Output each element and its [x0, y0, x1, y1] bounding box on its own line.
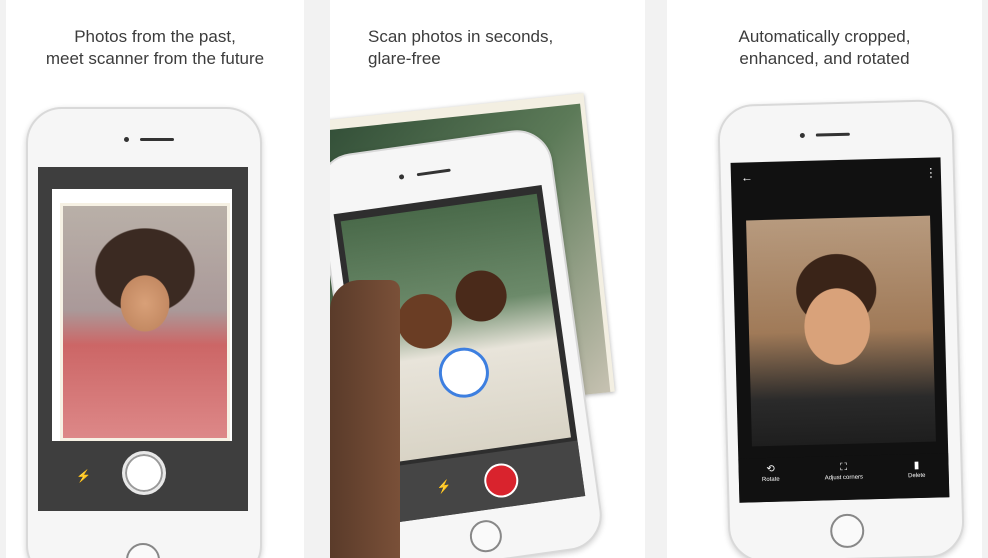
front-camera	[398, 174, 405, 180]
panel-caption: Photos from the past, meet scanner from …	[6, 26, 304, 70]
hand	[330, 280, 400, 558]
enhanced-photo-boy	[746, 215, 936, 447]
caption-line-1: Automatically cropped,	[738, 27, 911, 46]
phone-mockup: ← ⋮ ⟲ Rotate ⛶ Adjust corners ▮ Delete	[717, 98, 965, 558]
caption-line-2: glare-free	[368, 49, 441, 68]
crop-corners-icon: ⛶	[839, 461, 848, 474]
panel-auto-cropped: Automatically cropped, enhanced, and rot…	[667, 0, 982, 558]
panel-photos-from-past: Photos from the past, meet scanner from …	[6, 0, 304, 558]
front-camera	[799, 132, 805, 139]
home-button	[829, 513, 865, 549]
old-photo-girl	[60, 203, 230, 441]
back-arrow-icon[interactable]: ←	[741, 170, 753, 184]
delete-label: Delete	[908, 472, 926, 480]
home-button	[126, 543, 160, 558]
caption-line-2: enhanced, and rotated	[739, 49, 910, 68]
camera-toolbar: ⚡	[38, 441, 248, 511]
adjust-corners-button[interactable]: ⛶ Adjust corners	[813, 461, 873, 482]
more-vert-icon[interactable]: ⋮	[925, 165, 937, 179]
panel-caption: Scan photos in seconds, glare-free	[368, 26, 608, 70]
caption-line-1: Scan photos in seconds,	[368, 27, 554, 46]
adjust-corners-label: Adjust corners	[824, 474, 864, 482]
panel-scan-glare-free: Scan photos in seconds, glare-free ⚡	[330, 0, 645, 558]
rotate-icon: ⟲	[766, 463, 775, 475]
front-camera	[124, 137, 129, 142]
speaker-grille	[815, 132, 850, 137]
phone-mockup: ⚡	[26, 107, 262, 558]
shutter-button[interactable]	[122, 451, 166, 495]
rotate-label: Rotate	[761, 476, 780, 484]
rotate-button[interactable]: ⟲ Rotate	[740, 463, 800, 484]
app-store-screenshots: Photos from the past, meet scanner from …	[0, 0, 988, 558]
edit-toolbar: ⟲ Rotate ⛶ Adjust corners ▮ Delete	[738, 453, 950, 503]
trash-icon: ▮	[913, 459, 920, 472]
flash-off-icon[interactable]: ⚡	[76, 469, 91, 483]
delete-button[interactable]: ▮ Delete	[886, 459, 946, 480]
speaker-grille	[416, 168, 451, 177]
camera-screen: ⚡	[38, 167, 248, 511]
speaker-grille	[140, 138, 174, 141]
record-button[interactable]	[482, 461, 521, 500]
caption-line-1: Photos from the past,	[74, 27, 236, 46]
panel-caption: Automatically cropped, enhanced, and rot…	[667, 26, 982, 70]
flash-off-icon[interactable]: ⚡	[436, 479, 453, 495]
home-button	[467, 518, 504, 555]
caption-line-2: meet scanner from the future	[45, 49, 265, 68]
result-screen: ← ⋮ ⟲ Rotate ⛶ Adjust corners ▮ Delete	[730, 157, 950, 503]
